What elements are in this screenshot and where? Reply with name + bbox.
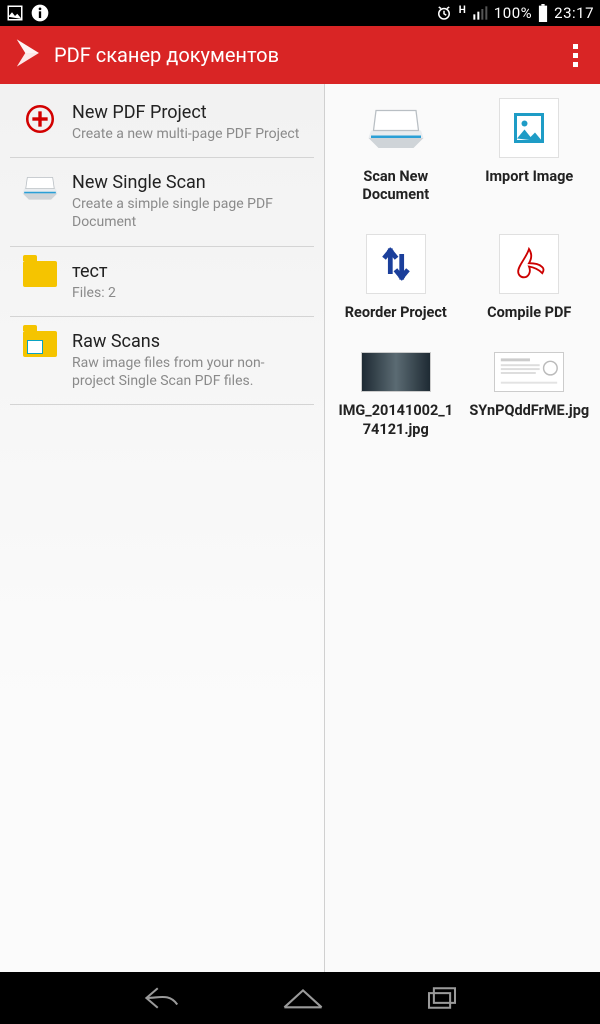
action-compile-pdf[interactable]: Compile PDF (465, 234, 595, 322)
back-button[interactable] (141, 985, 181, 1011)
folder-image-icon (20, 331, 60, 371)
signal-icon (472, 5, 488, 21)
alarm-icon (435, 4, 453, 22)
action-label: Import Image (485, 168, 573, 186)
file-label: SYnPQddFrME.jpg (469, 402, 589, 420)
action-import-image[interactable]: Import Image (465, 98, 595, 204)
clock: 23:17 (554, 4, 594, 22)
file-thumbnail[interactable]: IMG_20141002_174121.jpg (331, 352, 461, 438)
raw-scans-folder[interactable]: Raw Scans Raw image files from your non-… (10, 317, 314, 405)
item-sub: Create a new multi-page PDF Project (72, 125, 302, 143)
item-title: тест (72, 261, 302, 282)
image-thumbnail (494, 352, 564, 392)
overflow-menu-button[interactable] (560, 35, 590, 75)
action-scan-new-document[interactable]: Scan New Document (331, 98, 461, 204)
action-label: Compile PDF (487, 304, 571, 322)
info-icon (30, 3, 50, 23)
status-bar: H 100% 23:17 (0, 0, 600, 26)
action-label: Scan New Document (336, 168, 456, 204)
item-sub: Raw image files from your non-project Si… (72, 354, 302, 390)
reorder-icon (366, 234, 426, 294)
item-sub: Create a simple single page PDF Document (72, 195, 302, 231)
item-title: New Single Scan (72, 172, 302, 193)
new-pdf-project[interactable]: New PDF Project Create a new multi-page … (10, 84, 314, 158)
right-pane: Scan New Document Import Image (325, 84, 600, 972)
image-thumbnail (361, 352, 431, 392)
action-reorder-project[interactable]: Reorder Project (331, 234, 461, 322)
file-label: IMG_20141002_174121.jpg (336, 402, 456, 438)
folder-icon (20, 261, 60, 301)
app-title: PDF сканер документов (54, 43, 560, 67)
image-icon (499, 98, 559, 158)
recent-apps-button[interactable] (425, 985, 459, 1011)
action-label: Reorder Project (345, 304, 447, 322)
action-bar: PDF сканер документов (0, 26, 600, 84)
item-title: New PDF Project (72, 102, 302, 123)
app-logo-icon (10, 36, 44, 74)
file-thumbnail[interactable]: SYnPQddFrME.jpg (465, 352, 595, 438)
item-sub: Files: 2 (72, 284, 302, 302)
left-pane: New PDF Project Create a new multi-page … (0, 84, 325, 972)
battery-icon (538, 4, 548, 22)
main-content: New PDF Project Create a new multi-page … (0, 84, 600, 972)
scanner-icon (366, 98, 426, 158)
battery-percentage: 100% (494, 4, 532, 22)
network-type: H (459, 5, 466, 16)
home-button[interactable] (281, 985, 325, 1011)
pdf-icon (499, 234, 559, 294)
scanner-icon (20, 172, 60, 212)
new-single-scan[interactable]: New Single Scan Create a simple single p… (10, 158, 314, 246)
navigation-bar (0, 972, 600, 1024)
project-folder-test[interactable]: тест Files: 2 (10, 247, 314, 317)
plus-circle-icon (20, 102, 60, 142)
image-icon (6, 4, 24, 22)
item-title: Raw Scans (72, 331, 302, 352)
